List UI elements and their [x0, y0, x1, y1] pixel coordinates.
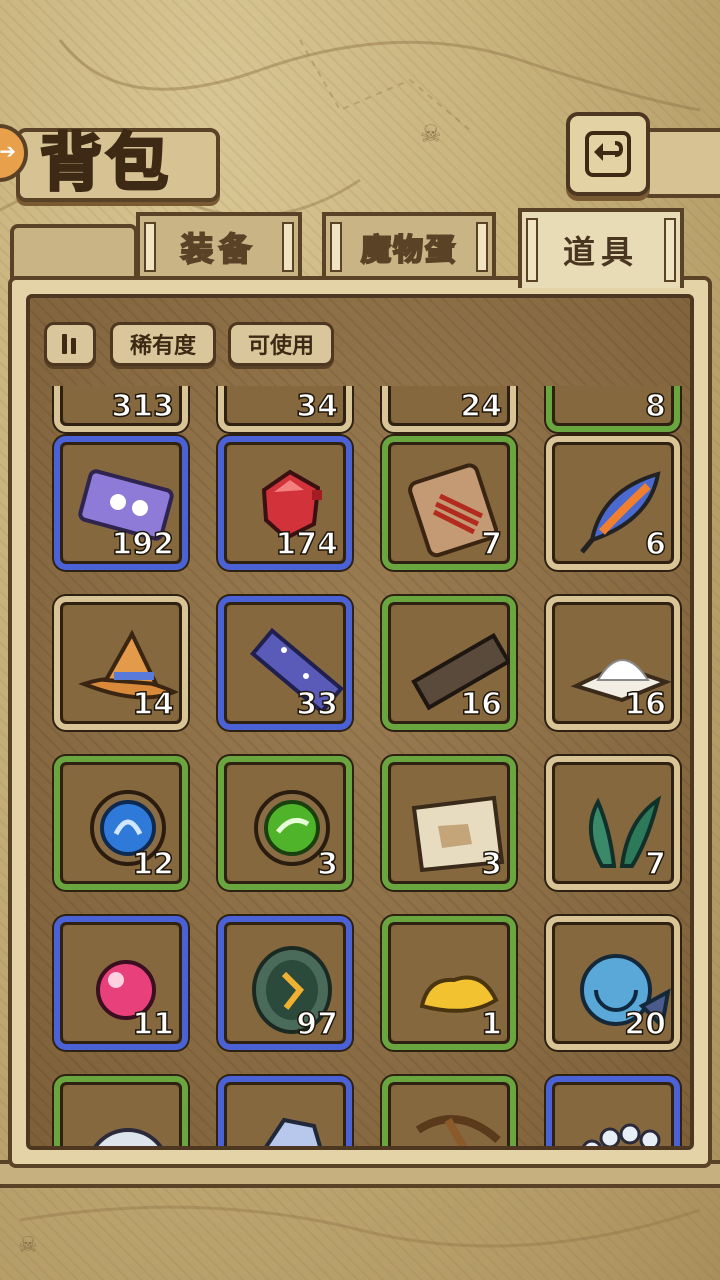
item-count: 97 — [296, 1006, 339, 1043]
inventory-slot[interactable]: 1 — [382, 916, 516, 1050]
inventory-slot[interactable]: 313 — [54, 386, 188, 432]
pickaxe-icon — [415, 1115, 501, 1146]
tab-post — [330, 222, 342, 272]
item-count: 12 — [132, 846, 175, 883]
item-grid[interactable]: 313 34 24 8 192 174 7 6 14 33 16 16 12 3 3 7 11 97 1 20 — [52, 386, 692, 1146]
inventory-slot[interactable]: 7 — [382, 436, 516, 570]
item-count: 24 — [460, 388, 503, 425]
tab-label: 道具 — [562, 233, 639, 271]
item-count: 6 — [644, 526, 666, 563]
arrow-right-icon: ➔ — [0, 139, 16, 163]
sort-toggle-button[interactable] — [44, 322, 96, 366]
inventory-slot[interactable]: 34 — [218, 386, 352, 432]
tab-post — [664, 218, 676, 282]
tab-items[interactable]: 道具 — [518, 208, 684, 288]
usable-filter-button[interactable]: 可使用 — [228, 322, 334, 366]
inventory-slot[interactable]: 33 — [218, 596, 352, 730]
inventory-slot[interactable] — [218, 1076, 352, 1146]
inventory-slot[interactable]: 174 — [218, 436, 352, 570]
item-count: 8 — [644, 388, 666, 425]
pearl-icon — [93, 1128, 163, 1146]
inventory-inner: 稀有度 可使用 313 34 24 8 192 174 7 6 14 33 16 16 12 3 3 7 11 9… — [26, 294, 694, 1150]
svg-text:☠: ☠ — [18, 1233, 38, 1258]
item-count: 16 — [460, 686, 503, 723]
inventory-slot[interactable]: 16 — [546, 596, 680, 730]
item-count: 33 — [296, 686, 339, 723]
inventory-slot[interactable]: 20 — [546, 916, 680, 1050]
inventory-slot[interactable]: 12 — [54, 756, 188, 890]
tab-equipment[interactable]: 装备 — [136, 212, 302, 278]
tab-post — [144, 222, 156, 272]
bead-necklace-icon — [582, 1123, 661, 1146]
tab-post — [282, 222, 294, 272]
tab-post — [526, 218, 538, 282]
inventory-slot[interactable]: 11 — [54, 916, 188, 1050]
item-count: 14 — [132, 686, 175, 723]
inventory-panel: 稀有度 可使用 313 34 24 8 192 174 7 6 14 33 16 16 12 3 3 7 11 9… — [8, 276, 712, 1168]
inventory-slot[interactable]: 192 — [54, 436, 188, 570]
inventory-slot[interactable]: 24 — [382, 386, 516, 432]
item-count: 1 — [480, 1006, 502, 1043]
tab-post — [476, 222, 488, 272]
inventory-slot[interactable]: 3 — [218, 756, 352, 890]
return-button[interactable] — [566, 112, 650, 196]
inventory-slot[interactable]: 8 — [546, 386, 680, 432]
return-icon — [585, 131, 631, 177]
return-plate — [640, 128, 720, 198]
tab-label: 魔物蛋 — [360, 232, 457, 269]
rarity-filter-button[interactable]: 稀有度 — [110, 322, 216, 366]
item-count: 11 — [132, 1006, 175, 1043]
tab-label: 装备 — [180, 229, 257, 269]
item-count: 3 — [316, 846, 338, 883]
inventory-slot[interactable]: 3 — [382, 756, 516, 890]
svg-text:☠: ☠ — [420, 120, 442, 148]
inventory-slot[interactable]: 14 — [54, 596, 188, 730]
item-count: 313 — [111, 388, 175, 425]
item-count: 174 — [275, 526, 339, 563]
item-count: 20 — [624, 1006, 667, 1043]
item-count: 3 — [480, 846, 502, 883]
item-count: 192 — [111, 526, 175, 563]
item-count: 16 — [624, 686, 667, 723]
inventory-slot[interactable] — [546, 1076, 680, 1146]
inventory-slot[interactable]: 97 — [218, 916, 352, 1050]
inventory-slot[interactable] — [382, 1076, 516, 1146]
inventory-slot[interactable] — [54, 1076, 188, 1146]
item-count: 7 — [644, 846, 666, 883]
page-title: 背包 — [38, 125, 173, 201]
item-count: 34 — [296, 388, 339, 425]
pause-bars-icon — [62, 334, 76, 354]
inventory-slot[interactable]: 6 — [546, 436, 680, 570]
tab-left-edge — [10, 224, 138, 284]
inventory-slot[interactable]: 16 — [382, 596, 516, 730]
diamond-icon — [264, 1117, 322, 1146]
tab-monster-eggs[interactable]: 魔物蛋 — [322, 212, 496, 278]
inventory-slot[interactable]: 7 — [546, 756, 680, 890]
item-count: 7 — [480, 526, 502, 563]
